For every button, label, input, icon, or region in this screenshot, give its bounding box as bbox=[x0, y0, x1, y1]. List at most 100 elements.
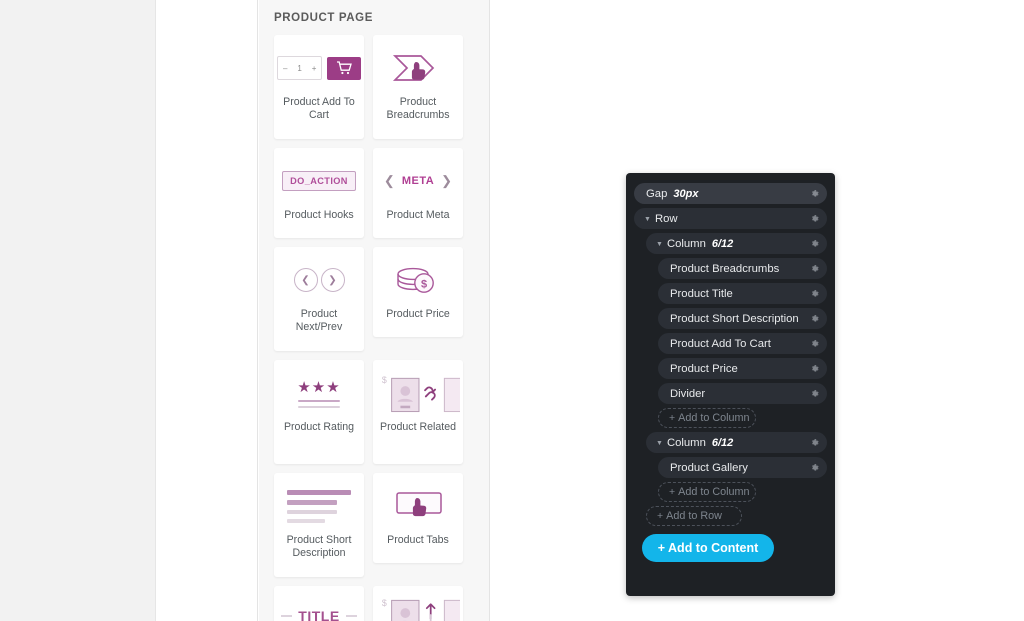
widget-card-product-upsell[interactable]: $ bbox=[373, 586, 463, 621]
widget-card-product-title[interactable]: TITLE bbox=[274, 586, 364, 621]
gear-icon[interactable] bbox=[810, 339, 820, 349]
gear-icon[interactable] bbox=[810, 264, 820, 274]
navigator-row-row[interactable]: ▼ Row bbox=[634, 208, 827, 229]
next-prev-icon: ❮ ❯ bbox=[277, 255, 361, 305]
widget-card-product-hooks[interactable]: DO_ACTION Product Hooks bbox=[274, 148, 364, 238]
navigator-row-label: Divider bbox=[670, 387, 706, 400]
navigator-row-label: Product Short Description bbox=[670, 312, 799, 325]
gear-icon[interactable] bbox=[810, 289, 820, 299]
gear-icon[interactable] bbox=[810, 438, 820, 448]
navigator-row-label: Product Gallery bbox=[670, 461, 748, 474]
upsell-icon: $ bbox=[376, 594, 460, 621]
gear-icon[interactable] bbox=[810, 239, 820, 249]
chevron-left-icon: ❮ bbox=[383, 173, 395, 188]
navigator-row-label: Column bbox=[666, 237, 706, 250]
widget-label: Product Price bbox=[386, 308, 450, 320]
text-lines-icon bbox=[277, 481, 361, 531]
widget-card-product-meta[interactable]: ❮ META ❯ Product Meta bbox=[373, 148, 463, 238]
navigator-row-product-price[interactable]: Product Price bbox=[658, 358, 827, 379]
navigator-row-value: 6/12 bbox=[711, 436, 734, 449]
svg-text:$: $ bbox=[421, 279, 427, 291]
navigator-row-label: Product Title bbox=[670, 287, 733, 300]
widget-label: Product Short Description bbox=[286, 534, 352, 559]
chevron-down-icon[interactable]: ▼ bbox=[656, 241, 663, 248]
gear-icon[interactable] bbox=[810, 364, 820, 374]
text-lines-art bbox=[287, 489, 351, 523]
widget-label: Product Breadcrumbs bbox=[386, 96, 450, 121]
widget-card-product-short-description[interactable]: Product Short Description bbox=[274, 473, 364, 577]
widget-card-product-price[interactable]: $ Product Price bbox=[373, 247, 463, 337]
navigator-tree: Gap 30px ▼ Row ▼ Column 6/12 Product Breadcrumb… bbox=[634, 183, 827, 526]
navigator-row-add-to-row[interactable]: + Add to Row bbox=[646, 506, 742, 526]
title-art: TITLE bbox=[281, 608, 357, 621]
navigator-row-divider[interactable]: Divider bbox=[658, 383, 827, 404]
prev-circle-icon: ❮ bbox=[293, 268, 318, 292]
navigator-row-product-gallery[interactable]: Product Gallery bbox=[658, 457, 827, 478]
widget-label: Product Hooks bbox=[284, 209, 354, 221]
meta-icon: ❮ META ❯ bbox=[376, 156, 460, 206]
title-icon: TITLE bbox=[277, 594, 361, 621]
add-to-content-button[interactable]: + Add to Content bbox=[642, 534, 774, 562]
navigator-row-add-to-column[interactable]: + Add to Column bbox=[658, 408, 756, 428]
widget-card-product-related[interactable]: $ Product Related bbox=[373, 360, 463, 464]
widgets-panel: PRODUCT PAGE –1 + Product Add To Cart Pr… bbox=[259, 0, 490, 621]
widget-label: Product Rating bbox=[283, 421, 355, 433]
gear-icon[interactable] bbox=[810, 463, 820, 473]
widget-card-product-rating[interactable]: ★★★ Product Rating bbox=[274, 360, 364, 464]
navigator-row-product-title[interactable]: Product Title bbox=[658, 283, 827, 304]
navigator-row-value: 30px bbox=[673, 187, 699, 200]
cart-button-art bbox=[327, 56, 361, 80]
widget-card-product-tabs[interactable]: Product Tabs bbox=[373, 473, 463, 563]
svg-text:$: $ bbox=[382, 375, 387, 385]
widget-grid: –1 + Product Add To Cart Product Breadcr… bbox=[259, 24, 489, 621]
next-circle-icon: ❯ bbox=[320, 268, 345, 292]
gear-icon[interactable] bbox=[810, 189, 820, 199]
next-prev-art: ❮ ❯ bbox=[293, 268, 345, 292]
navigator-row-column[interactable]: ▼ Column 6/12 bbox=[646, 432, 827, 453]
navigator-row-label: Product Add To Cart bbox=[670, 337, 771, 350]
gear-icon[interactable] bbox=[810, 214, 820, 224]
chevron-down-icon[interactable]: ▼ bbox=[644, 216, 651, 223]
page-backdrop-left bbox=[0, 0, 155, 621]
navigator-row-product-short-description[interactable]: Product Short Description bbox=[658, 308, 827, 329]
quantity-stepper-art: –1 + bbox=[277, 56, 323, 80]
navigator-row-value: 6/12 bbox=[711, 237, 734, 250]
coins-price-icon: $ bbox=[376, 255, 460, 305]
navigator-row-label: Add to Column bbox=[678, 412, 750, 424]
text-line-3 bbox=[287, 509, 337, 514]
chevron-down-icon[interactable]: ▼ bbox=[656, 440, 663, 447]
widget-card-product-next-prev[interactable]: ❮ ❯ Product Next/Prev bbox=[274, 247, 364, 351]
navigator-row-label: Row bbox=[654, 212, 678, 225]
stars-icon: ★★★ bbox=[297, 378, 341, 396]
navigator-row-product-add-to-cart[interactable]: Product Add To Cart bbox=[658, 333, 827, 354]
svg-text:$: $ bbox=[382, 598, 387, 608]
navigator-row-product-breadcrumbs[interactable]: Product Breadcrumbs bbox=[658, 258, 827, 279]
stars-rating-icon: ★★★ bbox=[277, 368, 361, 418]
widget-card-product-add-to-cart[interactable]: –1 + Product Add To Cart bbox=[274, 35, 364, 139]
widget-label: Product Meta bbox=[386, 209, 450, 221]
related-products-icon: $ bbox=[376, 368, 460, 418]
add-to-cart-icon: –1 + bbox=[277, 43, 361, 93]
widget-card-product-breadcrumbs[interactable]: Product Breadcrumbs bbox=[373, 35, 463, 139]
widget-label: Product Add To Cart bbox=[283, 96, 355, 121]
meta-label: META bbox=[401, 175, 435, 187]
tabs-cursor-icon bbox=[376, 481, 460, 531]
gear-icon[interactable] bbox=[810, 314, 820, 324]
text-line-1 bbox=[287, 489, 351, 495]
gear-icon[interactable] bbox=[810, 389, 820, 399]
navigator-row-column[interactable]: ▼ Column 6/12 bbox=[646, 233, 827, 254]
title-label: TITLE bbox=[298, 608, 340, 621]
breadcrumbs-icon bbox=[376, 43, 460, 93]
title-dash-left bbox=[281, 615, 293, 617]
panel-heading: PRODUCT PAGE bbox=[274, 12, 373, 24]
plus-icon: + bbox=[669, 486, 676, 498]
navigator-row-label: Gap bbox=[646, 187, 668, 200]
title-dash-right bbox=[345, 615, 357, 617]
widget-label: Product Tabs bbox=[387, 534, 449, 546]
navigator-row-label: Product Price bbox=[670, 362, 738, 375]
navigator-row-label: Add to Row bbox=[666, 510, 722, 522]
rating-art: ★★★ bbox=[297, 378, 340, 409]
navigator-row-gap[interactable]: Gap 30px bbox=[634, 183, 827, 204]
chevron-right-icon: ❯ bbox=[441, 173, 453, 188]
navigator-row-add-to-column[interactable]: + Add to Column bbox=[658, 482, 756, 502]
